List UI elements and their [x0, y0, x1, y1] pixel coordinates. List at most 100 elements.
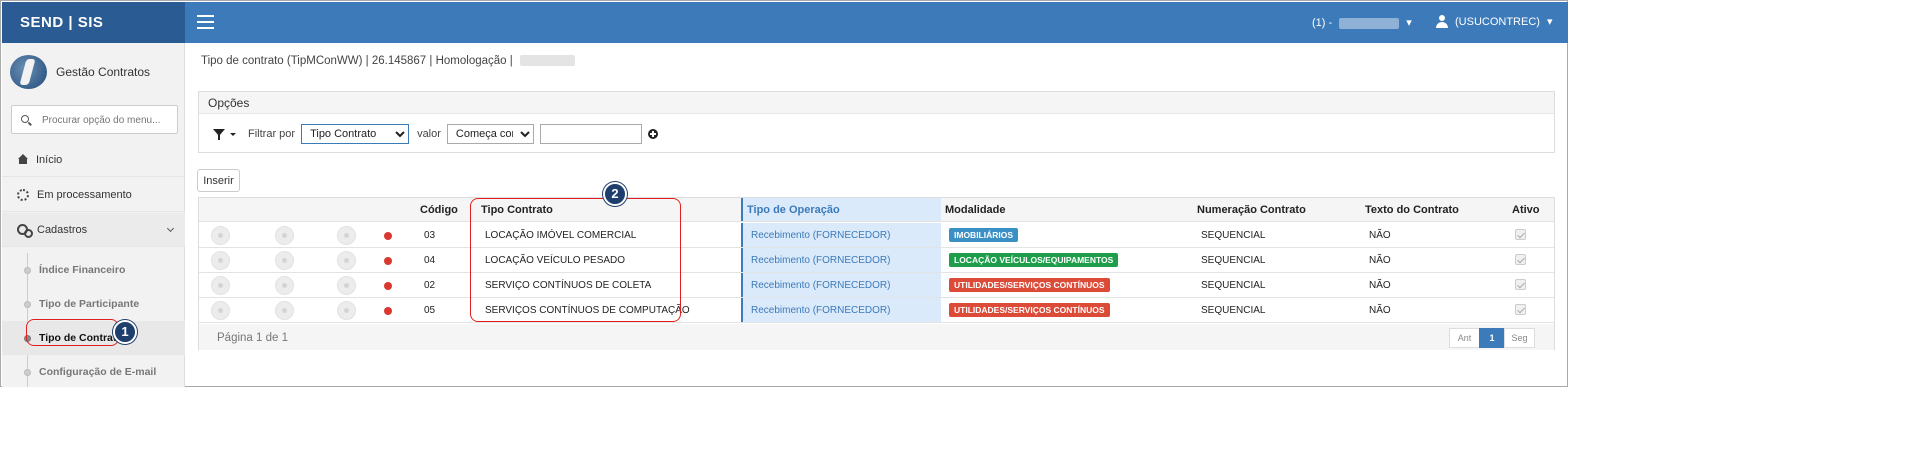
search-icon [21, 115, 29, 123]
settings-gear-icon[interactable] [337, 301, 356, 320]
ativo-checkbox[interactable] [1515, 304, 1526, 315]
cell-numeracao: SEQUENCIAL [1201, 254, 1266, 266]
header-texto-contrato[interactable]: Texto do Contrato [1365, 198, 1459, 221]
add-filter-icon[interactable] [647, 129, 658, 139]
view-icon[interactable] [275, 226, 294, 245]
callout-badge-1: 1 [113, 320, 137, 344]
cell-modalidade: UTILIDADES/SERVIÇOS CONTÍNUOS [949, 298, 1110, 322]
filter-field-select[interactable]: Tipo Contrato [301, 124, 410, 144]
edit-icon[interactable] [211, 226, 230, 245]
subitem-label: Tipo de Participante [39, 298, 140, 310]
main-content: Tipo de contrato (TipMConWW) | 26.145867… [186, 43, 1568, 387]
user-label: (USUCONTREC) [1455, 15, 1540, 28]
grid-header-row: Código Tipo Contrato Tipo de Operação Mo… [199, 198, 1554, 222]
redacted-context [1339, 17, 1400, 29]
table-row[interactable]: 04 LOCAÇÃO VEÍCULO PESADO Recebimento (FOR… [199, 248, 1554, 273]
brand-logo[interactable]: SEND | SIS [2, 2, 185, 43]
window-frame: SEND | SIS (1) - ▾ (USUCONTREC) ▾ Gestão… [0, 0, 1568, 387]
pagination: Ant 1 Seg [1449, 328, 1535, 348]
cell-modalidade: IMOBILIÁRIOS [949, 223, 1019, 247]
cell-codigo: 05 [424, 304, 436, 316]
menu-search-input[interactable] [42, 112, 172, 128]
context-selector[interactable]: (1) - ▾ [1312, 16, 1412, 29]
grid-footer: Página 1 de 1 Ant 1 Seg [199, 324, 1554, 350]
operation-link[interactable]: Recebimento (FORNECEDOR) [743, 305, 890, 316]
sidebar-item-label: Cadastros [37, 223, 88, 236]
cell-tipo-operacao: Recebimento (FORNECEDOR) [741, 223, 941, 247]
callout-highlight-1 [26, 319, 119, 346]
filter-value-input[interactable] [539, 124, 642, 144]
hamburger-menu-icon[interactable] [197, 15, 214, 29]
settings-gear-icon[interactable] [337, 226, 356, 245]
operation-link[interactable]: Recebimento (FORNECEDOR) [743, 255, 890, 266]
table-row[interactable]: 05 SERVIÇOS CONTÍNUOS DE COMPUTAÇÃO Recebi… [199, 298, 1554, 323]
tree-node-dot [24, 267, 31, 274]
ativo-checkbox[interactable] [1515, 279, 1526, 290]
filter-label: Filtrar por [248, 128, 296, 140]
sidebar-subitem-indice-financeiro[interactable]: Índice Financeiro [2, 253, 185, 287]
edit-icon[interactable] [211, 301, 230, 320]
cell-tipo-operacao: Recebimento (FORNECEDOR) [741, 248, 941, 272]
view-icon[interactable] [275, 276, 294, 295]
callout-highlight-2 [470, 198, 681, 322]
operation-link[interactable]: Recebimento (FORNECEDOR) [743, 230, 890, 241]
ativo-checkbox[interactable] [1515, 254, 1526, 265]
breadcrumb-text: Tipo de contrato (TipMConWW) | 26.145867… [201, 55, 513, 67]
status-dot-icon [384, 282, 392, 290]
cell-texto-contrato: NÃO [1369, 304, 1391, 316]
insert-button[interactable]: Inserir [197, 169, 240, 192]
redacted-environment [519, 55, 575, 67]
spinner-icon [17, 188, 29, 201]
value-label: valor [417, 128, 441, 140]
pager-next-button[interactable]: Seg [1504, 328, 1535, 348]
sidebar-item-label: Em processamento [37, 188, 132, 201]
subitem-label: Configuração de E-mail [39, 366, 157, 378]
user-menu[interactable]: (USUCONTREC) ▾ [1436, 15, 1552, 28]
callout-badge-2: 2 [603, 182, 627, 206]
menu-search[interactable] [11, 105, 178, 134]
chevron-down-icon [166, 224, 175, 233]
pager-current-page[interactable]: 1 [1479, 328, 1505, 348]
operator-select[interactable]: Começa com [446, 124, 534, 144]
filter-row: Filtrar por Tipo Contrato valor Começa c… [213, 124, 658, 144]
user-caret-icon: ▾ [1546, 16, 1553, 28]
view-icon[interactable] [275, 251, 294, 270]
status-dot-icon [384, 232, 392, 240]
context-caret: ▾ [1406, 17, 1412, 29]
header-tipo-operacao[interactable]: Tipo de Operação [741, 198, 941, 221]
view-icon[interactable] [275, 301, 294, 320]
sidebar-item-cadastros[interactable]: Cadastros [2, 213, 185, 247]
modalidade-badge: UTILIDADES/SERVIÇOS CONTÍNUOS [949, 303, 1110, 317]
sidebar-subitem-configuracao-email[interactable]: Configuração de E-mail [2, 355, 185, 389]
page-info: Página 1 de 1 [217, 332, 288, 344]
edit-icon[interactable] [211, 276, 230, 295]
header-numeracao-contrato[interactable]: Numeração Contrato [1197, 198, 1306, 221]
sidebar-item-label: Início [36, 153, 63, 166]
contract-type-grid: Código Tipo Contrato Tipo de Operação Mo… [198, 197, 1555, 350]
cell-modalidade: UTILIDADES/SERVIÇOS CONTÍNUOS [949, 273, 1110, 297]
pager-prev-button[interactable]: Ant [1449, 328, 1480, 348]
table-row[interactable]: 03 LOCAÇÃO IMÓVEL COMERCIAL Recebimento (F… [199, 223, 1554, 248]
modalidade-badge: LOCAÇÃO VEÍCULOS/EQUIPAMENTOS [949, 253, 1119, 267]
sidebar-item-em-processamento[interactable]: Em processamento [2, 178, 185, 212]
edit-icon[interactable] [211, 251, 230, 270]
operation-link[interactable]: Recebimento (FORNECEDOR) [743, 280, 890, 291]
header-codigo[interactable]: Código [420, 198, 458, 221]
header-modalidade[interactable]: Modalidade [945, 198, 1006, 221]
table-row[interactable]: 02 SERVIÇO CONTÍNUOS DE COLETA Recebimento… [199, 273, 1554, 298]
cell-codigo: 02 [424, 279, 436, 291]
settings-gear-icon[interactable] [337, 276, 356, 295]
ativo-checkbox[interactable] [1515, 229, 1526, 240]
cell-modalidade: LOCAÇÃO VEÍCULOS/EQUIPAMENTOS [949, 248, 1119, 272]
module-name: Gestão Contratos [56, 65, 151, 79]
settings-gear-icon[interactable] [337, 251, 356, 270]
header-ativo[interactable]: Ativo [1512, 198, 1540, 221]
cell-numeracao: SEQUENCIAL [1201, 304, 1266, 316]
filter-icon[interactable] [213, 127, 228, 141]
filter-caret-icon[interactable] [230, 132, 236, 136]
cell-texto-contrato: NÃO [1369, 229, 1391, 241]
cell-texto-contrato: NÃO [1369, 254, 1391, 266]
sidebar-subitem-tipo-participante[interactable]: Tipo de Participante [2, 287, 185, 321]
tree-node-dot [24, 369, 31, 376]
sidebar-item-inicio[interactable]: Início [2, 143, 185, 177]
